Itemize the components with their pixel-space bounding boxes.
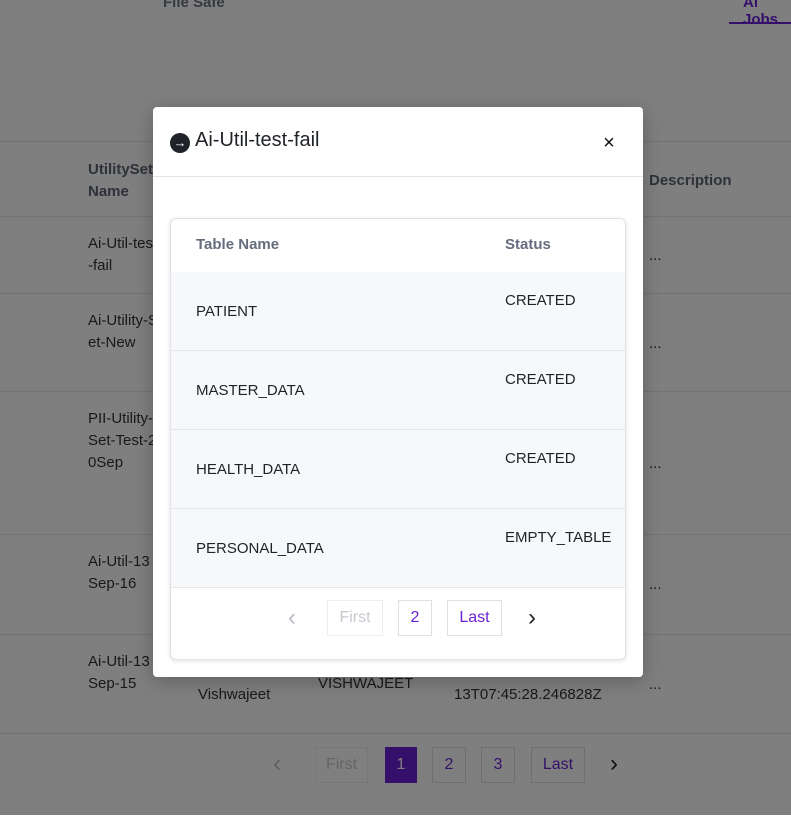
modal-header: → Ai-Util-test-fail × — [153, 107, 643, 177]
status-cell: EMPTY_TABLE — [505, 529, 612, 546]
table-name-cell: PERSONAL_DATA — [196, 540, 324, 557]
table-name-cell: MASTER_DATA — [196, 382, 305, 399]
table-row: PATIENT CREATED — [171, 272, 625, 351]
table-name-cell: HEALTH_DATA — [196, 461, 301, 478]
chevron-right-icon[interactable]: › — [528, 604, 536, 632]
status-cell: CREATED — [505, 292, 576, 309]
last-page-button[interactable]: Last — [447, 600, 502, 636]
first-page-button[interactable]: First — [327, 600, 383, 636]
arrow-circle-right-icon: → — [170, 133, 190, 153]
chevron-left-icon[interactable]: ‹ — [288, 604, 296, 632]
header-status: Status — [505, 236, 551, 253]
modal-title: Ai-Util-test-fail — [195, 129, 320, 151]
tables-header: Table Name Status — [171, 219, 625, 273]
tables-card: Table Name Status PATIENT CREATED MASTER… — [170, 218, 626, 660]
status-cell: CREATED — [505, 371, 576, 388]
table-row: MASTER_DATA CREATED — [171, 351, 625, 430]
table-status-modal: → Ai-Util-test-fail × Table Name Status … — [153, 107, 643, 677]
table-row: HEALTH_DATA CREATED — [171, 430, 625, 509]
page-2-button[interactable]: 2 — [398, 600, 432, 636]
table-row: PERSONAL_DATA EMPTY_TABLE — [171, 509, 625, 588]
header-table-name: Table Name — [196, 236, 280, 253]
table-name-cell: PATIENT — [196, 303, 258, 320]
status-cell: CREATED — [505, 450, 576, 467]
close-button[interactable]: × — [599, 131, 619, 155]
